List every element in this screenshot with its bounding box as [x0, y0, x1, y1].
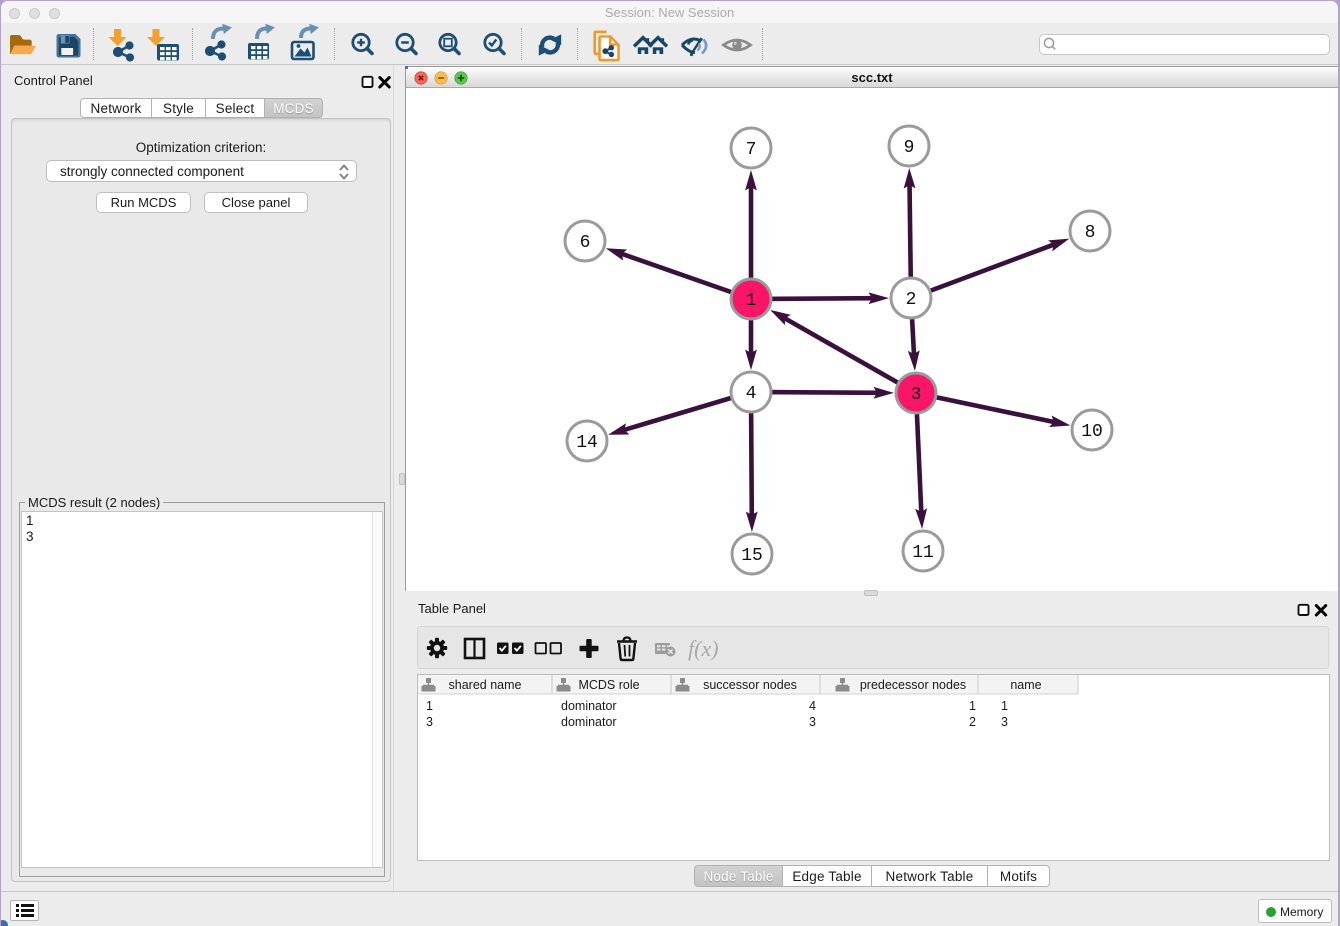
svg-text:8: 8: [1085, 223, 1096, 243]
svg-text:6: 6: [580, 233, 591, 253]
svg-text:dominator: dominator: [561, 715, 617, 729]
svg-text:3: 3: [809, 715, 816, 729]
svg-text:name: name: [1010, 678, 1041, 692]
svg-text:9: 9: [904, 138, 915, 158]
svg-text:successor nodes: successor nodes: [703, 678, 797, 692]
svg-text:MCDS role: MCDS role: [578, 678, 639, 692]
svg-text:15: 15: [741, 546, 763, 566]
svg-text:7: 7: [746, 140, 757, 160]
svg-text:10: 10: [1081, 422, 1103, 442]
svg-text:1: 1: [746, 291, 757, 311]
svg-text:4: 4: [746, 384, 757, 404]
svg-text:14: 14: [576, 433, 598, 453]
svg-text:4: 4: [809, 699, 816, 713]
svg-text:1: 1: [969, 699, 976, 713]
svg-text:dominator: dominator: [561, 699, 617, 713]
svg-text:predecessor nodes: predecessor nodes: [860, 678, 966, 692]
svg-text:2: 2: [906, 290, 917, 310]
svg-text:1: 1: [426, 699, 433, 713]
svg-text:shared name: shared name: [449, 678, 522, 692]
svg-text:1: 1: [1001, 699, 1008, 713]
svg-text:2: 2: [969, 715, 976, 729]
svg-text:3: 3: [426, 715, 433, 729]
svg-text:3: 3: [911, 385, 922, 405]
svg-text:f(x): f(x): [688, 636, 719, 661]
svg-text:11: 11: [912, 543, 934, 563]
svg-text:3: 3: [1001, 715, 1008, 729]
